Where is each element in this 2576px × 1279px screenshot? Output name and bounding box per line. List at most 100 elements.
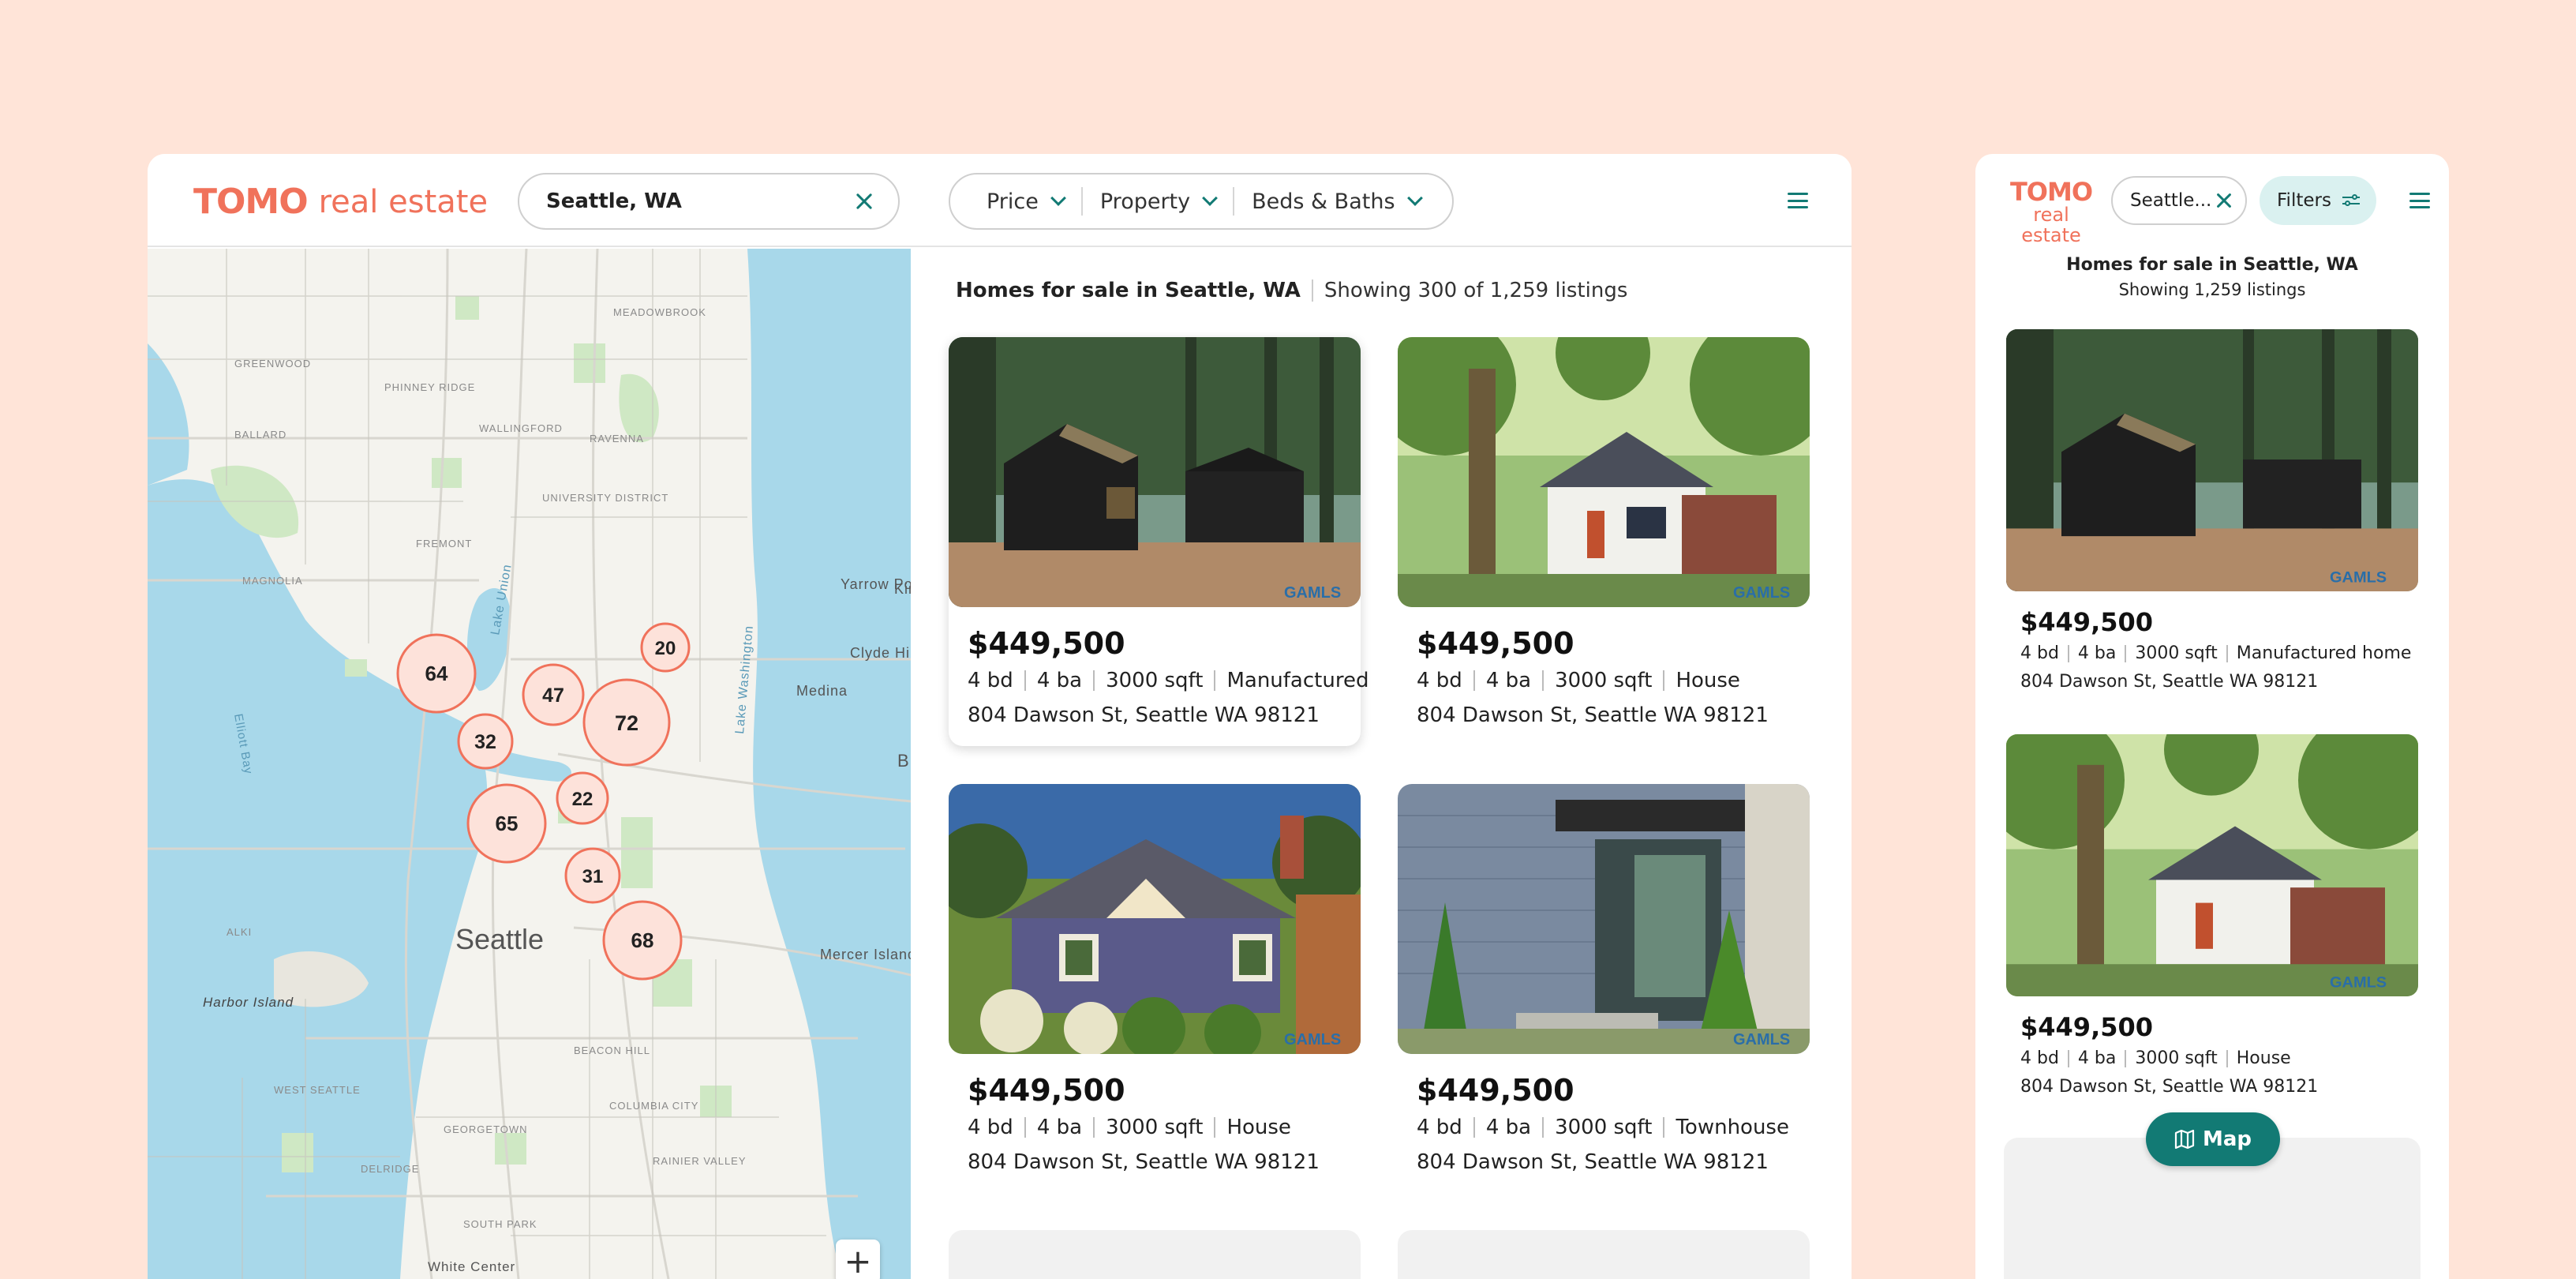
results-count: Showing 1,259 listings	[2118, 280, 2306, 299]
listing-card[interactable]: GAMLS $449,500 4 bd 4 ba 3000 sqft House…	[2006, 734, 2418, 1121]
search-value[interactable]: Seattle...	[2130, 190, 2215, 211]
watermark: GAMLS	[1284, 584, 1341, 602]
svg-text:31: 31	[582, 866, 604, 887]
map-button-label: Map	[2202, 1127, 2252, 1151]
watermark: GAMLS	[2330, 569, 2387, 587]
listing-photo[interactable]: GAMLS	[949, 784, 1361, 1054]
listing-price: $449,500	[968, 1073, 1125, 1108]
divider	[2226, 1049, 2228, 1067]
listing-photo[interactable]: GAMLS	[2006, 734, 2418, 996]
divider	[1473, 670, 1475, 691]
map-label: PHINNEY RIDGE	[384, 381, 475, 393]
clear-search-icon[interactable]	[854, 191, 874, 212]
filter-bar: Price Property Beds & Baths	[949, 173, 1454, 230]
map-label: COLUMBIA CITY	[609, 1100, 698, 1112]
results-title: Homes for sale in Seattle, WA	[2066, 255, 2358, 275]
results-title: Homes for sale in Seattle, WA	[956, 279, 1301, 302]
map-cluster[interactable]: 31	[564, 847, 621, 904]
divider	[1311, 279, 1313, 302]
filter-label: Beds & Baths	[1252, 189, 1395, 214]
price-filter-button[interactable]: Price	[950, 174, 1066, 228]
listing-card[interactable]: GAMLS $449,500 4 bd 4 ba 3000 sqft Manuf…	[949, 337, 1368, 746]
map-toggle-button[interactable]: Map	[2146, 1112, 2280, 1166]
listing-beds: 4 bd	[968, 1116, 1013, 1139]
map-label: MAGNOLIA	[242, 575, 303, 587]
map-label: Harbor Island	[203, 995, 294, 1010]
clear-search-icon[interactable]	[2215, 192, 2233, 209]
svg-text:47: 47	[542, 685, 564, 707]
listing-beds: 4 bd	[1417, 669, 1462, 692]
map[interactable]: GREENWOOD PHINNEY RIDGE BALLARD WALLINGF…	[148, 249, 911, 1279]
map-cluster[interactable]: 22	[556, 771, 609, 825]
map-cluster[interactable]: 65	[466, 783, 547, 864]
map-canvas[interactable]: GREENWOOD PHINNEY RIDGE BALLARD WALLINGF…	[148, 249, 911, 1279]
results-panel: Homes for sale in Seattle, WA Showing 30…	[911, 249, 1852, 1279]
listing-address: 804 Dawson St, Seattle WA 98121	[968, 1150, 1320, 1174]
property-filter-button[interactable]: Property	[1080, 187, 1219, 216]
listing-photo[interactable]: GAMLS	[949, 337, 1361, 607]
listing-specs: 4 bd 4 ba 3000 sqft House	[2020, 1048, 2291, 1068]
map-label: White Center	[428, 1259, 515, 1274]
listing-card[interactable]: GAMLS $449,500 4 bd 4 ba 3000 sqft Townh…	[1398, 784, 1810, 1193]
svg-text:22: 22	[572, 789, 593, 810]
listing-photo[interactable]: GAMLS	[1398, 784, 1810, 1054]
map-label: GEORGETOWN	[444, 1123, 528, 1135]
listing-sqft: 3000 sqft	[1106, 1116, 1204, 1139]
listing-address: 804 Dawson St, Seattle WA 98121	[1417, 703, 1769, 727]
map-cluster[interactable]: 64	[396, 633, 477, 714]
map-label: MEADOWBROOK	[613, 306, 706, 318]
listing-card[interactable]: GAMLS $449,500 4 bd 4 ba 3000 sqft House…	[949, 784, 1361, 1193]
map-label: DELRIDGE	[361, 1163, 419, 1175]
map-label: WALLINGFORD	[479, 422, 563, 434]
map-cluster[interactable]: 32	[457, 713, 514, 770]
listing-card-placeholder	[1398, 1230, 1810, 1279]
listing-beds: 4 bd	[2020, 643, 2059, 663]
divider	[1024, 1117, 1026, 1138]
menu-icon[interactable]	[2409, 193, 2430, 208]
menu-icon[interactable]	[1788, 193, 1808, 208]
filter-label: Price	[987, 189, 1039, 214]
listing-photo[interactable]: GAMLS	[2006, 329, 2418, 591]
map-cluster[interactable]: 47	[522, 663, 585, 726]
divider	[2226, 644, 2228, 662]
listing-photo[interactable]: GAMLS	[1398, 337, 1810, 607]
map-cluster[interactable]: 68	[602, 900, 683, 981]
listing-baths: 4 ba	[2077, 1048, 2117, 1068]
map-icon	[2174, 1130, 2195, 1149]
search-value[interactable]: Seattle, WA	[546, 189, 854, 213]
listing-sqft: 3000 sqft	[1106, 669, 1204, 692]
filter-label: Property	[1099, 189, 1191, 214]
map-cluster[interactable]: 20	[640, 622, 691, 673]
listing-card-placeholder	[949, 1230, 1361, 1279]
listing-card[interactable]: GAMLS $449,500 4 bd 4 ba 3000 sqft Manuf…	[2006, 329, 2418, 716]
results-header: Homes for sale in Seattle, WA Showing 30…	[956, 279, 1627, 302]
map-label: Medina	[796, 683, 848, 699]
listing-card[interactable]: GAMLS $449,500 4 bd 4 ba 3000 sqft House…	[1398, 337, 1810, 746]
listing-baths: 4 ba	[1036, 669, 1083, 692]
listing-sqft: 3000 sqft	[1555, 1116, 1653, 1139]
listing-price: $449,500	[2020, 607, 2154, 637]
map-cluster[interactable]: 72	[582, 678, 671, 767]
listing-beds: 4 bd	[968, 669, 1013, 692]
logo[interactable]: TOMO real estate	[193, 182, 488, 222]
search-input[interactable]: Seattle, WA	[518, 173, 900, 230]
listing-beds: 4 bd	[2020, 1048, 2059, 1068]
listing-specs: 4 bd 4 ba 3000 sqft Townhouse	[1417, 1116, 1789, 1139]
logo-mark: TOMO	[193, 182, 309, 222]
search-input[interactable]: Seattle...	[2111, 176, 2247, 225]
beds-baths-filter-button[interactable]: Beds & Baths	[1233, 187, 1423, 216]
filters-label: Filters	[2277, 190, 2331, 211]
logo[interactable]: TOMO real estate	[2004, 179, 2099, 246]
divider	[1542, 1117, 1544, 1138]
listing-price: $449,500	[968, 626, 1125, 661]
map-label: SOUTH PARK	[463, 1218, 537, 1230]
map-label: B	[897, 751, 910, 771]
zoom-in-button[interactable]: +	[836, 1240, 880, 1279]
results-count: Showing 300 of 1,259 listings	[1324, 279, 1628, 302]
map-label: FREMONT	[416, 538, 472, 549]
listing-price: $449,500	[1417, 626, 1574, 661]
filters-button[interactable]: Filters	[2260, 176, 2376, 225]
listing-baths: 4 ba	[2077, 643, 2117, 663]
listing-baths: 4 ba	[1485, 1116, 1532, 1139]
listing-specs: 4 bd 4 ba 3000 sqft House	[968, 1116, 1291, 1139]
